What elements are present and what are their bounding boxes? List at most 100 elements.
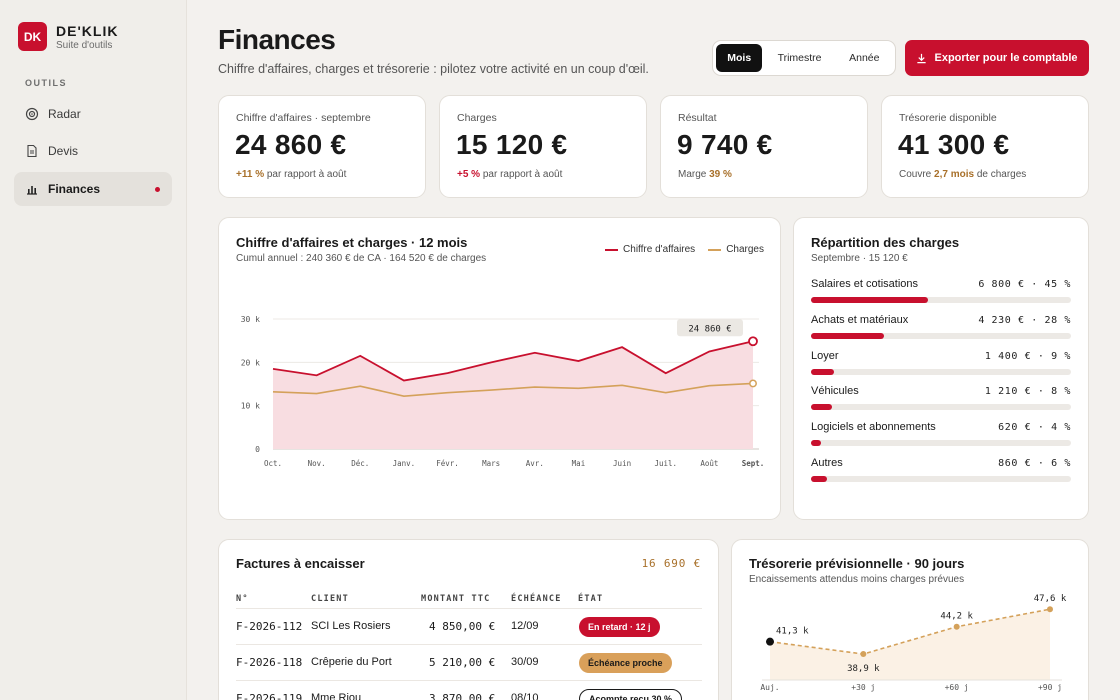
period-selector: Mois Trimestre Année (712, 40, 896, 76)
breakdown-title: Répartition des charges (811, 235, 960, 250)
kpi-card-result: Résultat 9 740 € Marge 39 % (660, 95, 868, 198)
forecast-x-label: +90 j (1038, 683, 1062, 692)
forecast-x-label: +60 j (945, 683, 969, 692)
kpi-value: 41 300 € (898, 129, 1010, 160)
kpi-card-charges: Charges 15 120 € +5 % par rapport à août (439, 95, 647, 198)
x-tick-label: Juil. (654, 459, 677, 468)
charge-bar-fill (811, 297, 928, 303)
charge-category-row: Autres 860 € · 6 % (811, 457, 1071, 482)
y-tick-label: 10 k (241, 402, 260, 411)
charge-bar-track (811, 404, 1071, 411)
charge-bar-track (811, 368, 1071, 375)
kpi-delta: +11 % (236, 169, 265, 180)
forecast-point (860, 651, 867, 658)
kpi-footnote-text: par rapport à août (480, 169, 563, 180)
forecast-value-label: 41,3 k (776, 627, 809, 637)
revenue-charges-chart-card: Chiffre d'affaires et charges · 12 mois … (218, 217, 781, 520)
table-row[interactable]: F-2026-118 Crêperie du Port 5 210,00 € 3… (236, 644, 702, 680)
x-tick-label: Août (700, 459, 718, 468)
forecast-point (766, 637, 774, 646)
charge-bar-fill (811, 368, 835, 375)
period-quarter-button[interactable]: Trimestre (762, 44, 836, 72)
charge-bar-fill (811, 476, 827, 482)
kpi-margin: 39 % (709, 169, 732, 180)
kpi-footnote-text: Couvre (899, 169, 935, 180)
forecast-area (770, 609, 1050, 680)
kpi-footnote-text: de charges (974, 169, 1027, 180)
charges-last-point (749, 379, 757, 388)
x-tick-label: Déc. (351, 459, 369, 468)
kpi-footnote: Couvre 2,7 mois de charges (899, 169, 1026, 180)
x-tick-label: Sept. (742, 459, 765, 468)
x-tick-label: Janv. (393, 459, 416, 468)
invoice-number: F-2026-112 (236, 620, 303, 633)
column-header-due: ÉCHÉANCE (511, 594, 562, 604)
column-header-client: CLIENT (311, 594, 349, 604)
kpi-delta: +5 % (457, 169, 481, 180)
status-badge: En retard · 12 j (579, 617, 660, 637)
kpi-coverage: 2,7 mois (934, 169, 975, 180)
charge-category-value: 6 800 € · 45 % (978, 279, 1071, 290)
bar-chart-icon (27, 186, 37, 195)
sidebar-item-radar[interactable]: Radar (14, 97, 172, 131)
invoices-title: Factures à encaisser (236, 556, 365, 571)
kpi-value: 15 120 € (456, 129, 568, 160)
export-accountant-button[interactable]: Exporter pour le comptable (905, 40, 1089, 76)
cash-forecast-card: Trésorerie prévisionnelle · 90 jours Enc… (731, 539, 1089, 700)
invoice-client: Crêperie du Port (311, 656, 392, 668)
charge-bar-fill (811, 404, 832, 411)
kpi-label: Chiffre d'affaires · septembre (236, 112, 371, 124)
table-row[interactable]: F-2026-119 Mme Riou 3 870,00 € 08/10 Aco… (236, 680, 702, 700)
period-month-button[interactable]: Mois (716, 44, 763, 72)
table-row[interactable]: F-2026-112 SCI Les Rosiers 4 850,00 € 12… (236, 608, 702, 644)
invoice-client: SCI Les Rosiers (311, 620, 391, 632)
column-header-status: ÉTAT (578, 594, 604, 604)
x-tick-label: Avr. (526, 459, 544, 468)
charge-bar-track (811, 297, 1071, 303)
invoice-due: 12/09 (511, 620, 539, 632)
forecast-value-label: 38,9 k (847, 664, 880, 674)
forecast-x-label: Auj. (760, 683, 779, 692)
revenue-last-point (748, 336, 758, 347)
kpi-value: 24 860 € (235, 129, 347, 160)
target-icon (25, 107, 39, 121)
invoice-client: Mme Riou (311, 692, 362, 700)
charge-category-row: Salaires et cotisations 6 800 € · 45 % (811, 278, 1071, 303)
x-tick-label: Nov. (308, 459, 326, 468)
kpi-footnote-text: Marge (678, 169, 710, 180)
charge-category-value: 1 210 € · 8 % (984, 386, 1071, 398)
kpi-footnote: +11 % par rapport à août (236, 169, 346, 180)
kpi-value: 9 740 € (677, 129, 773, 160)
kpi-label: Trésorerie disponible (899, 112, 997, 124)
charges-breakdown-card: Répartition des charges Septembre · 15 1… (793, 217, 1089, 520)
forecast-point (1047, 606, 1053, 613)
kpi-card-revenue: Chiffre d'affaires · septembre 24 860 € … (218, 95, 426, 198)
forecast-point (953, 623, 960, 630)
x-tick-label: Oct. (264, 459, 282, 468)
invoice-number: F-2026-119 (236, 692, 303, 700)
nav-section-label: OUTILS (25, 78, 67, 88)
forecast-x-label: +30 j (851, 683, 875, 692)
invoice-due: 30/09 (511, 656, 539, 668)
invoices-total: 16 690 € (641, 557, 701, 570)
download-icon (917, 53, 927, 63)
export-label: Exporter pour le comptable (934, 52, 1078, 64)
charge-bar-track (811, 440, 1071, 447)
brand-name: DE'KLIK (56, 22, 119, 39)
period-year-button[interactable]: Année (837, 44, 892, 72)
charge-category-value: 860 € · 6 % (998, 458, 1071, 469)
brand-logo: DK (18, 22, 47, 51)
invoice-due: 08/10 (511, 692, 539, 700)
sidebar-item-finances[interactable]: Finances (14, 172, 172, 206)
x-tick-label: Mai (572, 459, 586, 468)
kpi-label: Charges (457, 112, 497, 124)
column-header-number: N° (236, 594, 249, 604)
sidebar-item-label: Radar (48, 107, 81, 121)
kpi-label: Résultat (678, 112, 717, 124)
sidebar-item-devis[interactable]: Devis (14, 134, 172, 168)
brand[interactable]: DK DE'KLIK Suite d'outils (18, 22, 118, 51)
x-tick-label: Mars (482, 459, 500, 468)
charge-bar-track (811, 332, 1071, 339)
invoice-amount: 5 210,00 € (429, 656, 496, 669)
y-tick-label: 0 (255, 445, 260, 454)
